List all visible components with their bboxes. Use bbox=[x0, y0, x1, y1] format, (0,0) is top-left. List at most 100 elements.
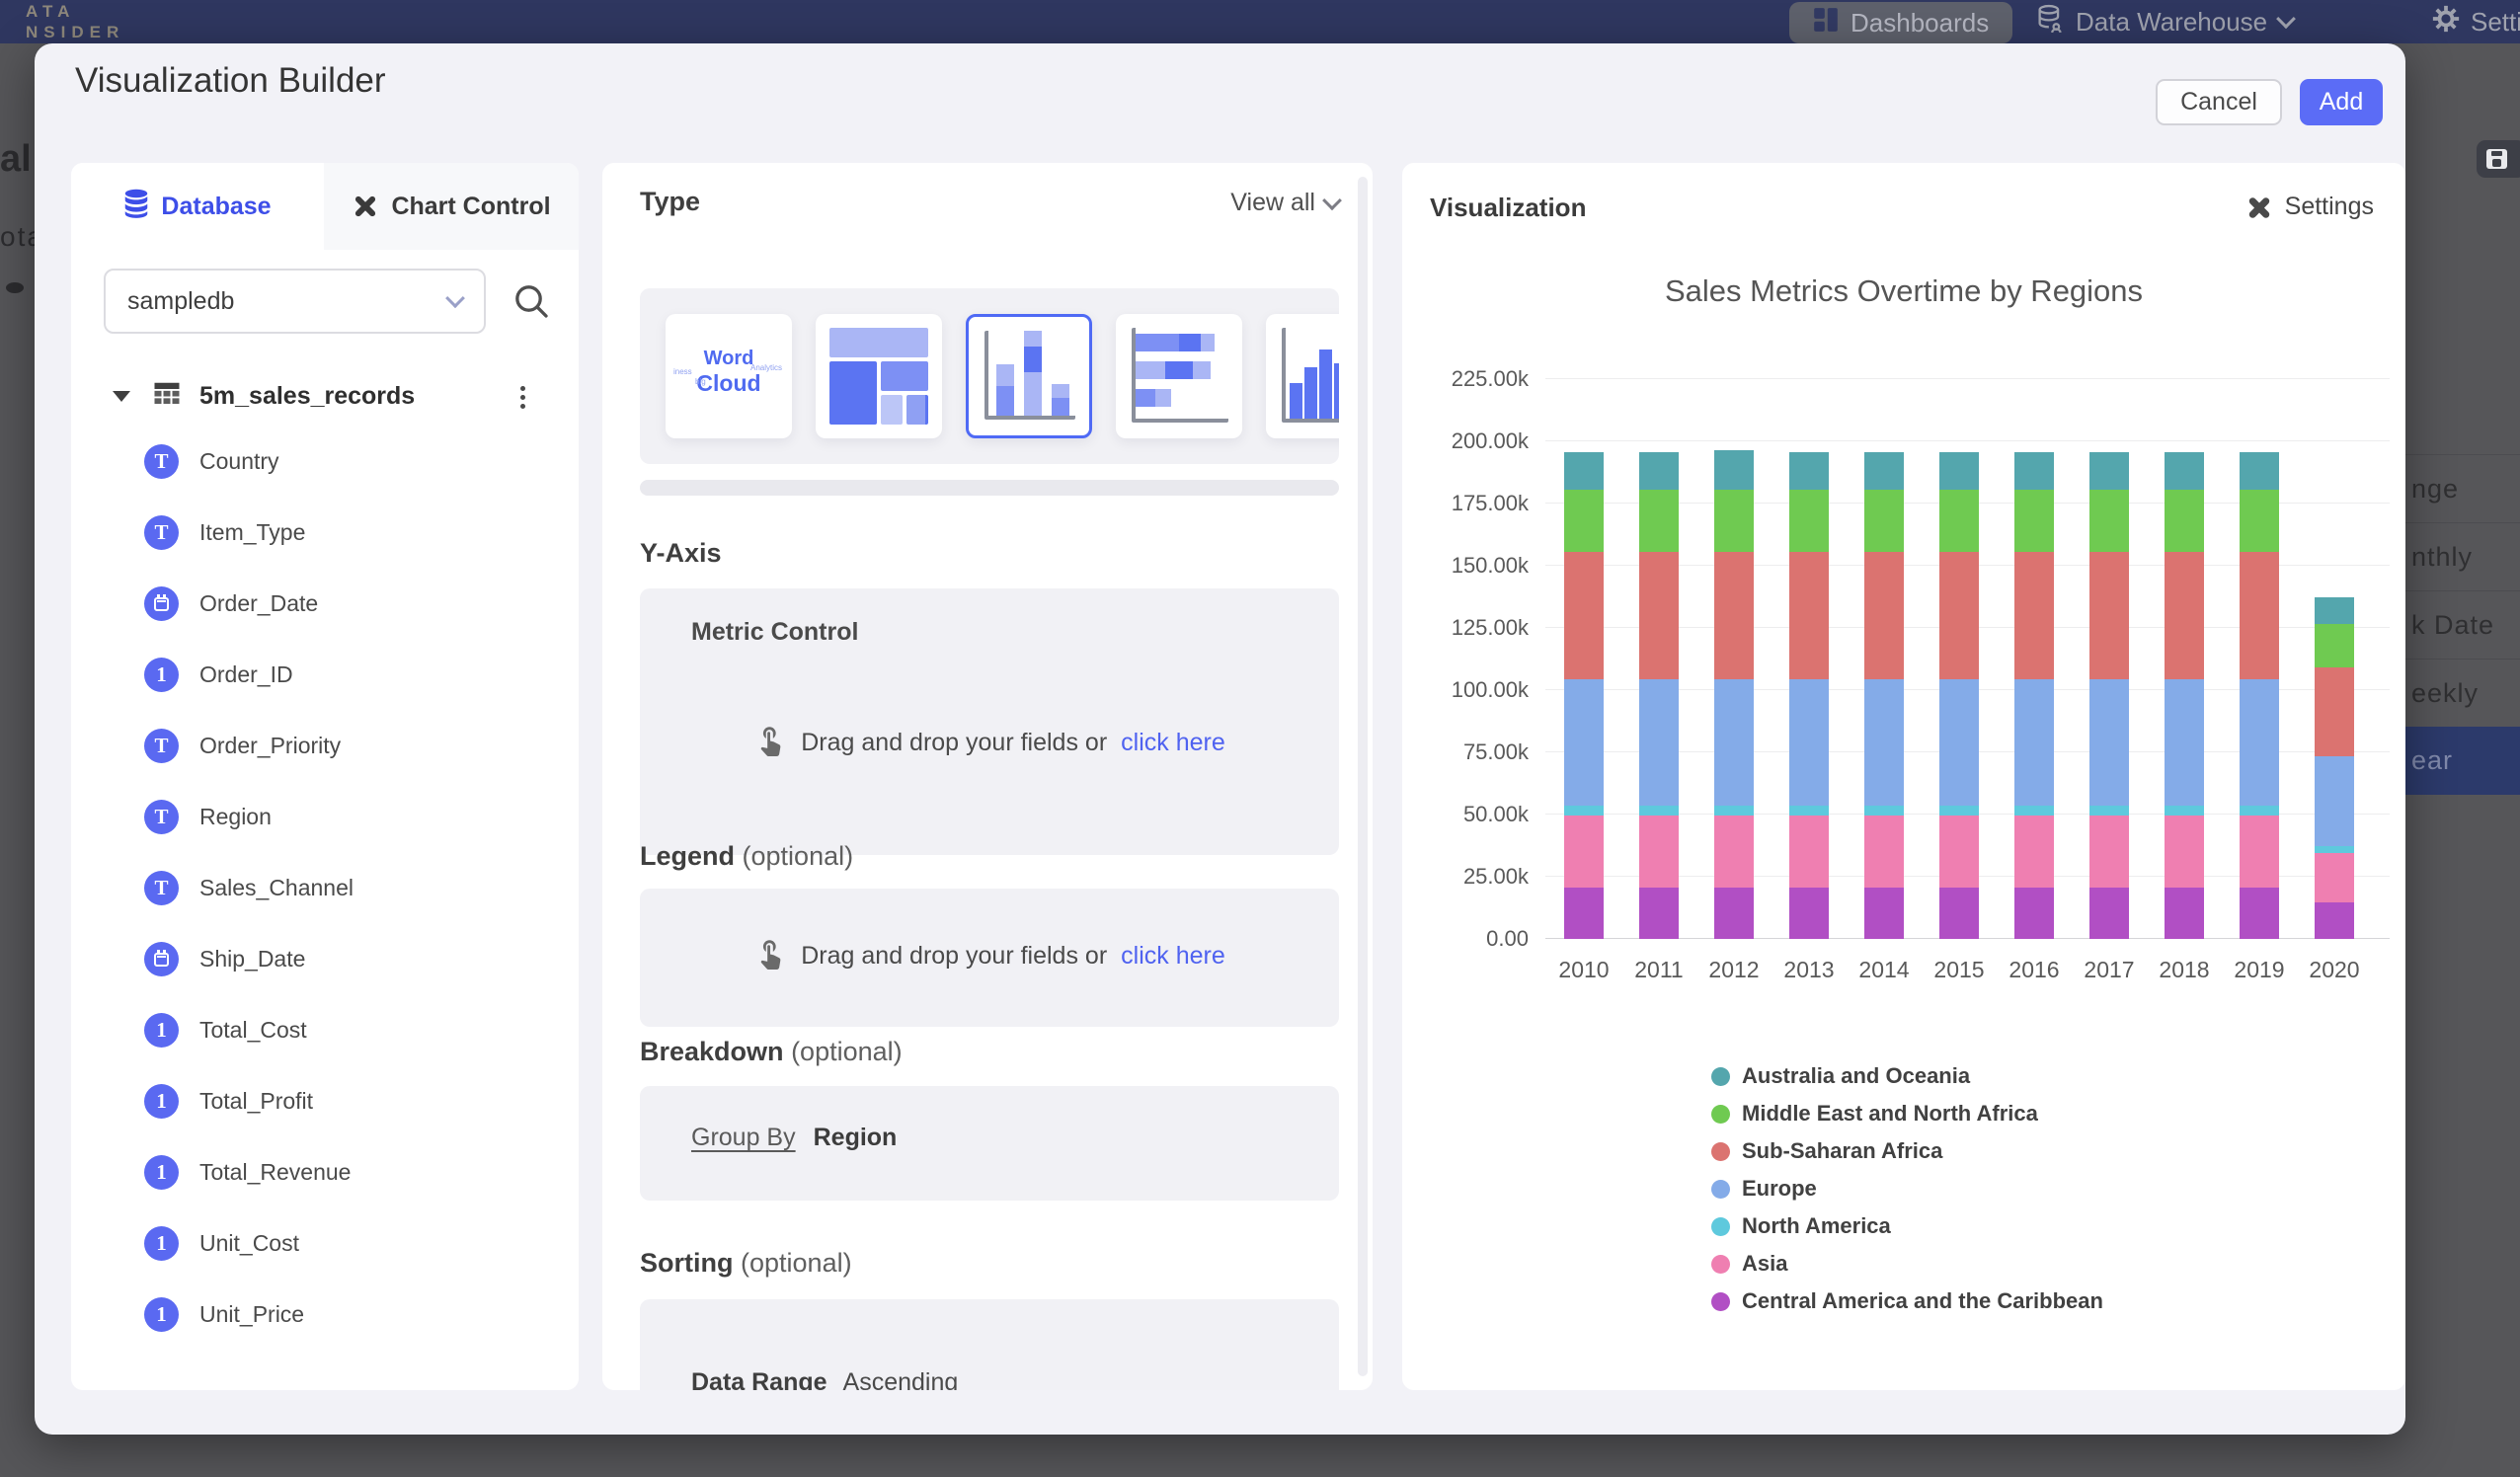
bar-segment bbox=[2165, 552, 2204, 679]
sorting-direction[interactable]: Ascending bbox=[843, 1368, 959, 1390]
click-here-link[interactable]: click here bbox=[1121, 729, 1225, 757]
stacked-bar-2013[interactable] bbox=[1789, 452, 1829, 939]
group-by-value[interactable]: Region bbox=[814, 1124, 898, 1152]
legend-item[interactable]: Australia and Oceania bbox=[1711, 1057, 2103, 1095]
database-icon bbox=[123, 189, 149, 225]
legend-label: Central America and the Caribbean bbox=[1742, 1288, 2103, 1314]
bar-segment bbox=[1714, 450, 1754, 490]
horizontal-scrollbar[interactable] bbox=[640, 480, 1339, 496]
text-glyph: T bbox=[154, 451, 168, 472]
background-menu-item[interactable]: eekly bbox=[2405, 659, 2520, 727]
vertical-scrollbar[interactable] bbox=[1358, 177, 1368, 1376]
database-select[interactable]: sampledb bbox=[104, 269, 486, 334]
number-glyph: 1 bbox=[156, 1162, 167, 1183]
tools-icon bbox=[2245, 194, 2273, 221]
stacked-bar-2011[interactable] bbox=[1639, 452, 1679, 939]
tab-chart-control[interactable]: Chart Control bbox=[324, 163, 579, 250]
field-item[interactable]: TItem_Type bbox=[71, 497, 579, 568]
field-item[interactable]: Order_Date bbox=[71, 568, 579, 639]
nav-dashboards[interactable]: Dashboards bbox=[1789, 2, 2012, 43]
field-item[interactable]: TRegion bbox=[71, 781, 579, 852]
sorting-field[interactable]: Data Range bbox=[691, 1368, 827, 1390]
chart-type-stacked-bar[interactable] bbox=[1116, 314, 1242, 438]
add-button[interactable]: Add bbox=[2300, 79, 2383, 125]
background-menu-item[interactable]: ear bbox=[2405, 727, 2520, 795]
number-field-icon: 1 bbox=[144, 1297, 179, 1332]
sorting-dropzone[interactable]: Data Range Ascending bbox=[640, 1299, 1339, 1390]
gridline bbox=[1545, 440, 2390, 441]
field-item[interactable]: 1Total_Revenue bbox=[71, 1136, 579, 1207]
x-axis-tick-label: 2017 bbox=[2072, 957, 2147, 983]
nav-settings[interactable]: Settin bbox=[2431, 0, 2520, 43]
field-item[interactable]: 1Total_Cost bbox=[71, 994, 579, 1065]
text-glyph: T bbox=[154, 807, 168, 827]
background-menu-item[interactable]: k Date bbox=[2405, 590, 2520, 659]
bar-segment bbox=[2165, 816, 2204, 888]
bar-segment bbox=[1639, 452, 1679, 490]
field-item[interactable]: TOrder_Priority bbox=[71, 710, 579, 781]
bar-segment bbox=[1639, 552, 1679, 679]
visualization-builder-modal: Visualization Builder Cancel Add Databas… bbox=[35, 43, 2405, 1435]
tab-database[interactable]: Database bbox=[71, 163, 324, 250]
field-item[interactable]: 1Order_ID bbox=[71, 639, 579, 710]
search-icon[interactable] bbox=[512, 281, 551, 326]
field-item[interactable]: TSales_Channel bbox=[71, 852, 579, 923]
chart-type-histogram[interactable] bbox=[1266, 314, 1339, 438]
field-label: Order_Date bbox=[199, 590, 318, 617]
field-item[interactable]: TCountry bbox=[71, 426, 579, 497]
legend-item[interactable]: Central America and the Caribbean bbox=[1711, 1283, 2103, 1320]
bar-segment bbox=[1564, 816, 1604, 888]
breakdown-dropzone[interactable]: Group By Region bbox=[640, 1086, 1339, 1201]
bar-segment bbox=[2165, 452, 2204, 490]
field-item[interactable]: 1Unit_Price bbox=[71, 1279, 579, 1350]
stacked-bar-2010[interactable] bbox=[1564, 452, 1604, 939]
y-axis-tick-label: 200.00k bbox=[1402, 428, 1529, 454]
caret-down-icon[interactable] bbox=[113, 391, 130, 402]
stacked-bar-2015[interactable] bbox=[1939, 452, 1979, 939]
bar-segment bbox=[2240, 552, 2279, 679]
legend-dropzone[interactable]: Drag and drop your fields or click here bbox=[640, 889, 1339, 1027]
chart-type-word-cloud[interactable]: inessAnalyticsbigWordClouddataminingclus… bbox=[666, 314, 792, 438]
stacked-bar-2017[interactable] bbox=[2089, 452, 2129, 939]
view-all-dropdown[interactable]: View all bbox=[1230, 189, 1339, 217]
legend-item[interactable]: Europe bbox=[1711, 1170, 2103, 1207]
metric-control-dropzone[interactable]: Metric Control Drag and drop your fields… bbox=[640, 588, 1339, 855]
bar-segment bbox=[2315, 597, 2354, 625]
table-tree-item[interactable]: 5m_sales_records bbox=[71, 372, 579, 420]
page-title: Visualization Builder bbox=[75, 61, 386, 101]
background-dropdown-menu: ngenthlyk Dateeeklyear bbox=[2405, 454, 2520, 795]
chart-type-treemap[interactable] bbox=[816, 314, 942, 438]
chart-type-stacked-column[interactable] bbox=[966, 314, 1092, 438]
field-item[interactable]: Ship_Date bbox=[71, 923, 579, 994]
bar-segment bbox=[2089, 552, 2129, 679]
number-field-icon: 1 bbox=[144, 1155, 179, 1190]
bar-segment bbox=[1564, 679, 1604, 807]
bar-segment bbox=[1714, 888, 1754, 939]
group-by-label[interactable]: Group By bbox=[691, 1124, 796, 1152]
background-menu-item[interactable]: nthly bbox=[2405, 522, 2520, 590]
bar-segment bbox=[1864, 888, 1904, 939]
field-item[interactable]: 1Total_Profit bbox=[71, 1065, 579, 1136]
legend-item[interactable]: North America bbox=[1711, 1207, 2103, 1245]
legend-item[interactable]: Middle East and North Africa bbox=[1711, 1095, 2103, 1132]
field-item[interactable]: 1Unit_Cost bbox=[71, 1207, 579, 1279]
legend-item[interactable]: Sub-Saharan Africa bbox=[1711, 1132, 2103, 1170]
legend-item[interactable]: Asia bbox=[1711, 1245, 2103, 1283]
stacked-bar-2020[interactable] bbox=[2315, 597, 2354, 940]
cancel-button[interactable]: Cancel bbox=[2156, 79, 2282, 125]
stacked-bar-2018[interactable] bbox=[2165, 452, 2204, 939]
settings-button[interactable]: Settings bbox=[2245, 193, 2374, 221]
stacked-bar-2012[interactable] bbox=[1714, 450, 1754, 939]
legend-color-dot bbox=[1711, 1180, 1730, 1199]
stacked-bar-2016[interactable] bbox=[2014, 452, 2054, 939]
nav-settings-label: Settin bbox=[2471, 7, 2520, 38]
stacked-bar-2019[interactable] bbox=[2240, 452, 2279, 939]
click-here-link[interactable]: click here bbox=[1121, 942, 1225, 971]
save-button[interactable] bbox=[2477, 140, 2520, 178]
stacked-bar-2014[interactable] bbox=[1864, 452, 1904, 939]
bar-segment bbox=[1789, 552, 1829, 679]
nav-data-warehouse[interactable]: Data Warehouse bbox=[2036, 0, 2293, 43]
background-menu-item[interactable]: nge bbox=[2405, 454, 2520, 522]
kebab-menu-icon[interactable] bbox=[508, 380, 537, 414]
bar-segment bbox=[1639, 679, 1679, 807]
